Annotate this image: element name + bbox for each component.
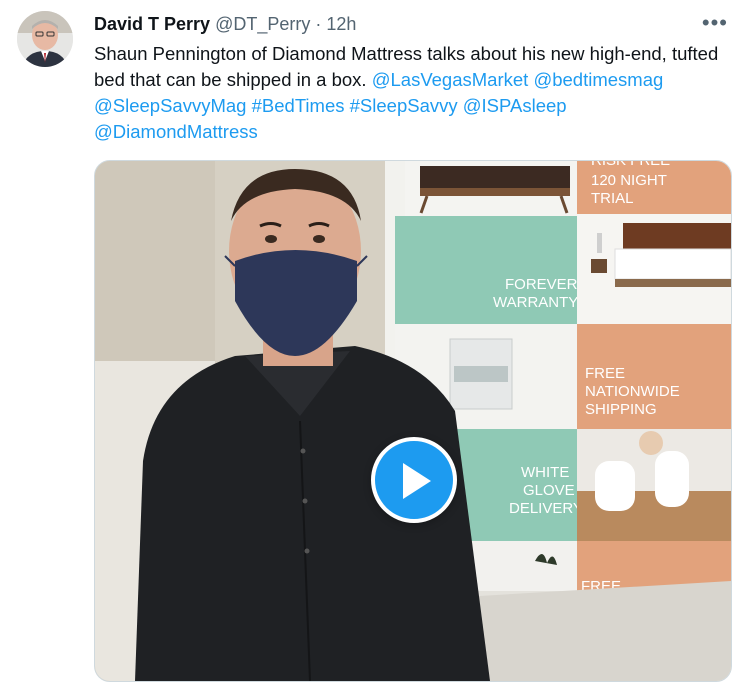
glove-line1-text: WHITE — [521, 464, 569, 481]
author-name[interactable]: David T Perry — [94, 14, 210, 34]
mention-bedtimesmag[interactable]: @bedtimesmag — [533, 69, 663, 90]
author-handle[interactable]: @DT_Perry — [215, 14, 310, 34]
warranty-line1-text: FOREVER — [505, 276, 578, 293]
mention-sleepsavvymag[interactable]: @SleepSavvyMag — [94, 95, 246, 116]
mention-ispasleep[interactable]: @ISPAsleep — [463, 95, 567, 116]
mention-lasvegasmarket[interactable]: @LasVegasMarket — [372, 69, 529, 90]
shipping-line1-text: FREE — [585, 365, 625, 382]
hashtag-sleepsavvy[interactable]: #SleepSavvy — [350, 95, 458, 116]
glove-line2-text: GLOVE — [523, 482, 575, 499]
shipping-line3-text: SHIPPING — [585, 401, 657, 418]
trial-line1-text: 120 NIGHT — [591, 172, 667, 189]
mention-diamondmattress[interactable]: @DiamondMattress — [94, 121, 258, 142]
play-icon — [403, 463, 431, 499]
video-thumbnail: RISK FREE 120 NIGHT TRIAL FOREVER WARRAN… — [95, 161, 731, 681]
shipping-line2-text: NATIONWIDE — [585, 383, 680, 400]
tweet-header: David T Perry @DT_Perry · 12h — [94, 14, 356, 35]
separator-dot: · — [315, 14, 322, 34]
tweet-text: Shaun Pennington of Diamond Mattress tal… — [94, 41, 734, 145]
tweet-timestamp[interactable]: 12h — [326, 14, 356, 34]
author-avatar[interactable] — [17, 11, 73, 67]
hashtag-bedtimes[interactable]: #BedTimes — [252, 95, 345, 116]
trial-top-text: RISK FREE — [591, 161, 670, 169]
video-player[interactable]: RISK FREE 120 NIGHT TRIAL FOREVER WARRAN… — [94, 160, 732, 682]
play-button[interactable] — [371, 437, 457, 523]
glove-line3-text: DELIVERY — [509, 500, 583, 517]
trial-line2-text: TRIAL — [591, 190, 634, 207]
warranty-line2-text: WARRANTY — [493, 294, 578, 311]
more-options-icon[interactable]: ••• — [702, 10, 728, 36]
